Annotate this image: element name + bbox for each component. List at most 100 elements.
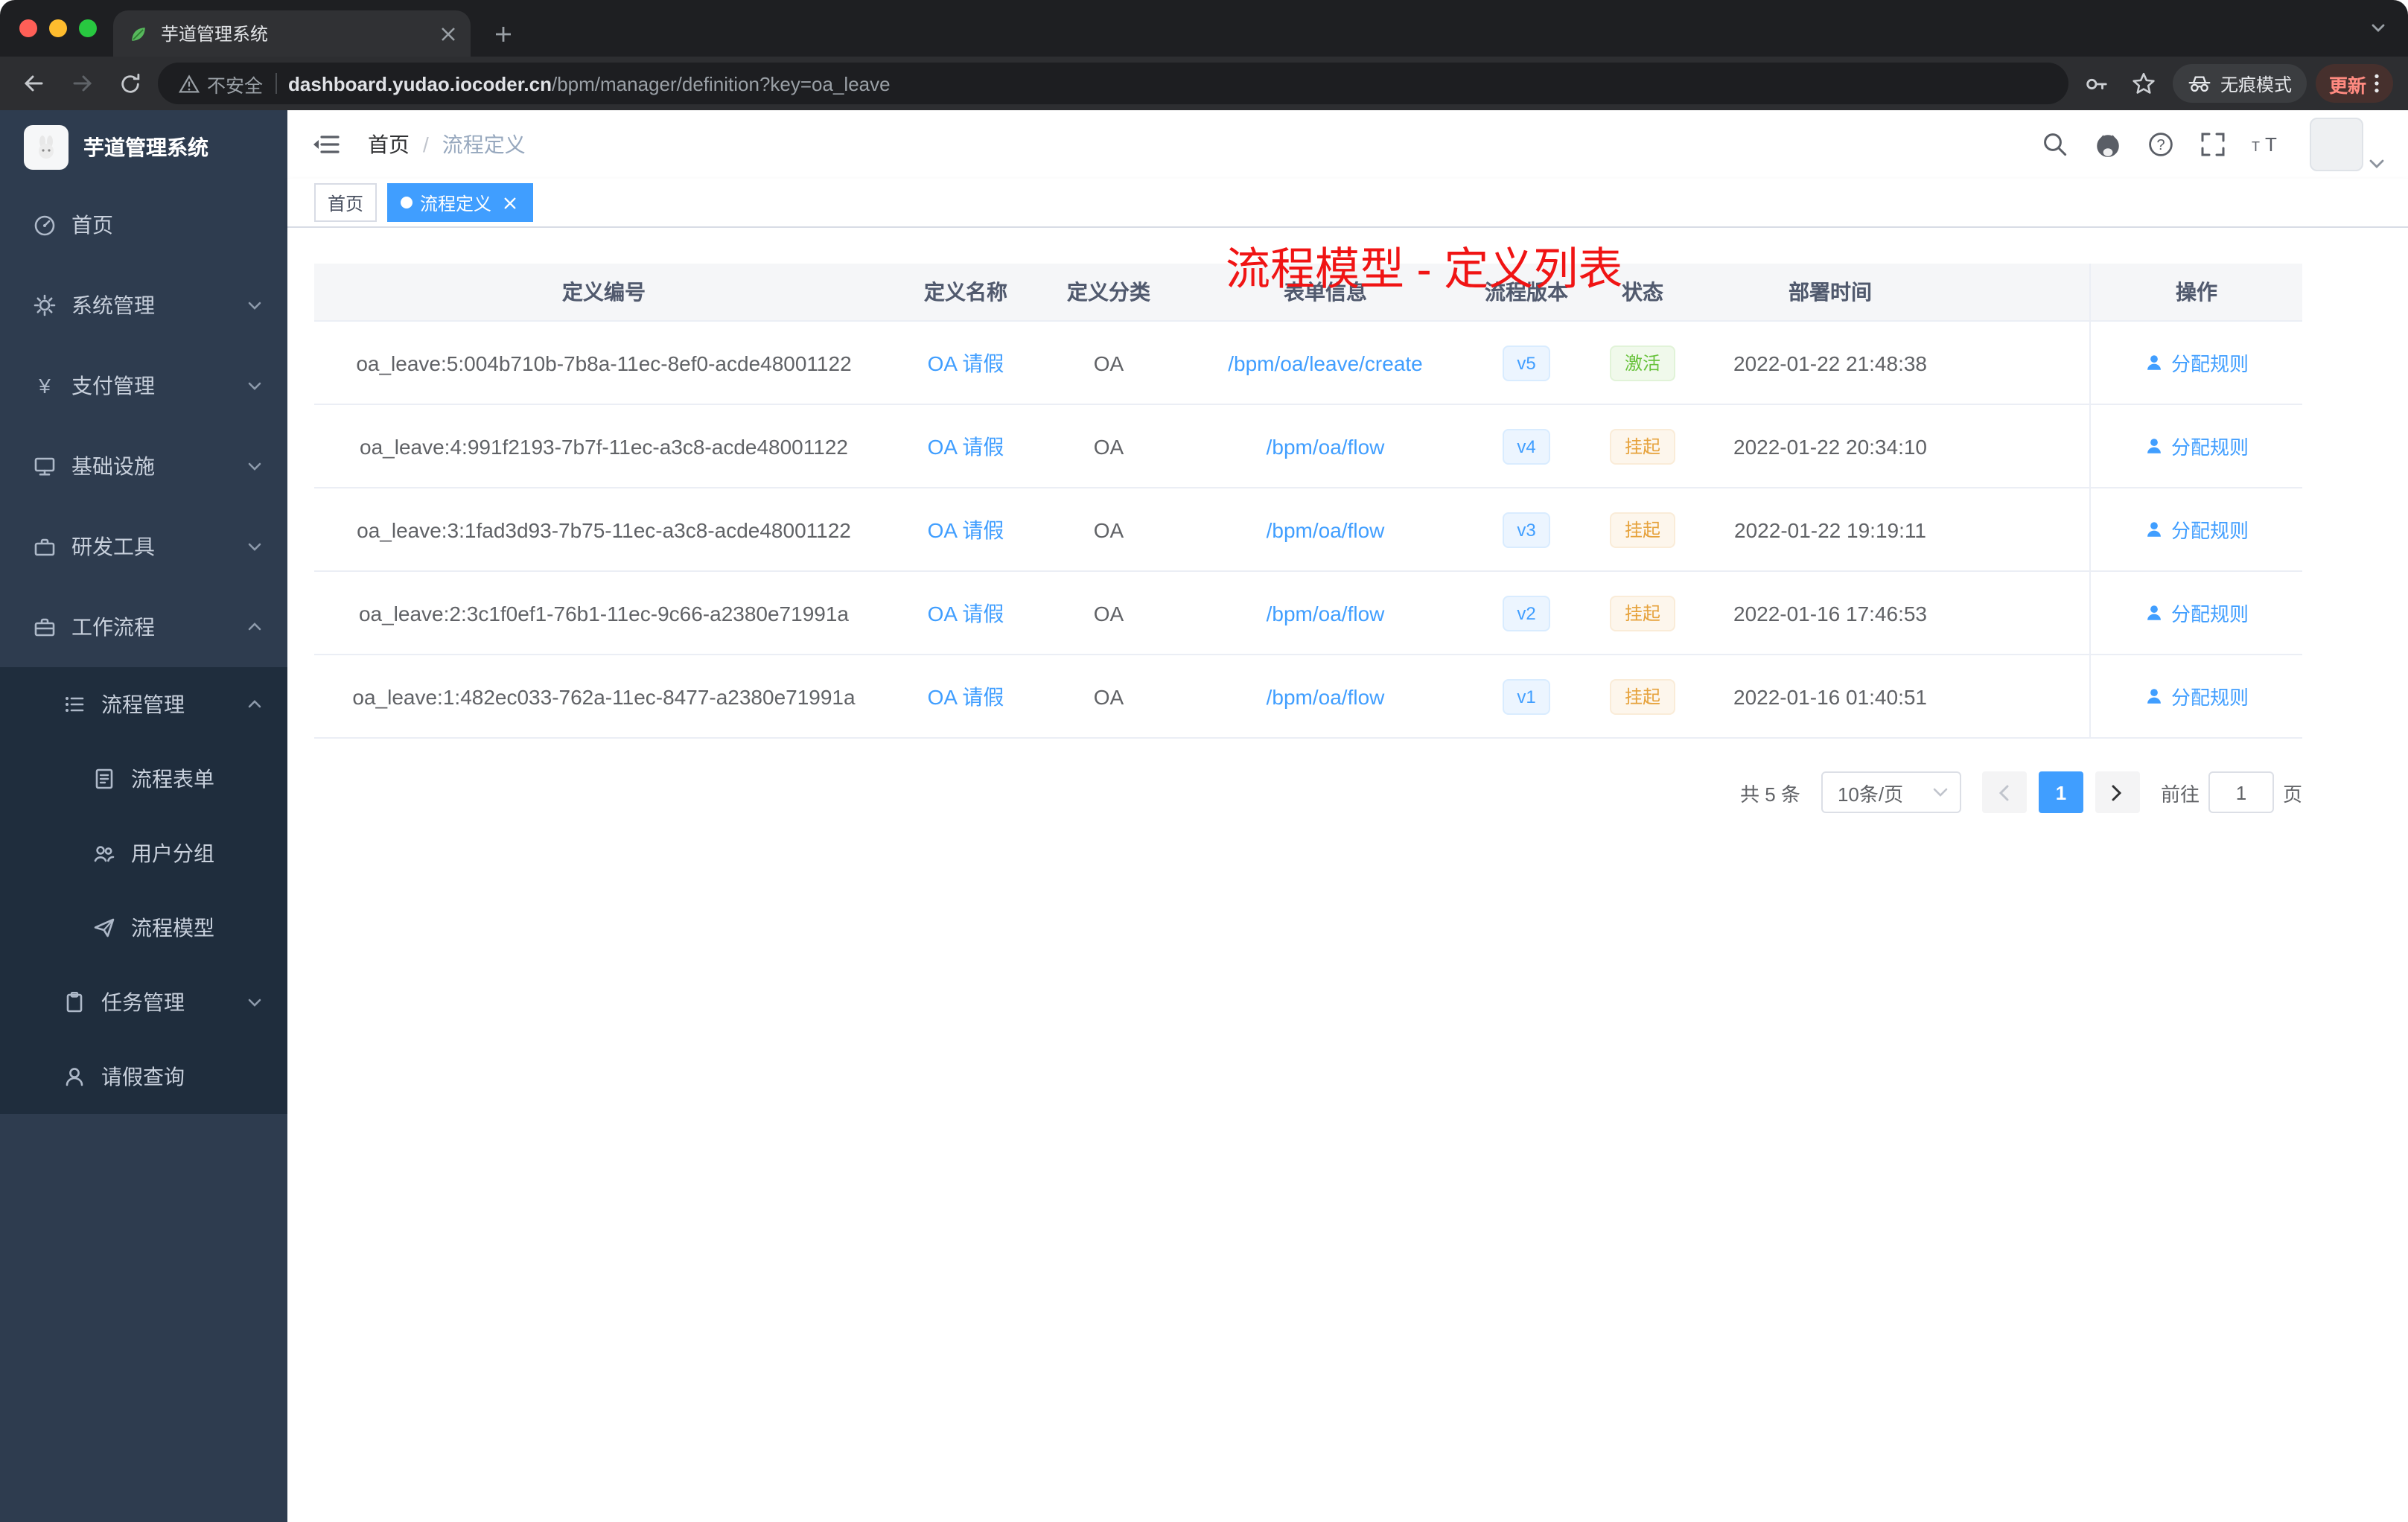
avatar: [2310, 118, 2363, 171]
column-header: 部署时间: [1789, 280, 1872, 304]
form-link[interactable]: /bpm/oa/flow: [1267, 434, 1385, 458]
security-warning[interactable]: 不安全: [179, 69, 263, 98]
column-header: 操作: [2089, 264, 2302, 320]
prev-page-button[interactable]: [1981, 771, 2027, 813]
tag-process-definition[interactable]: 流程定义: [387, 183, 534, 222]
definition-category: OA: [1093, 684, 1124, 708]
assign-rule-link[interactable]: 分配规则: [2144, 348, 2249, 377]
sidebar-item-process-management[interactable]: 流程管理: [0, 667, 287, 742]
reload-icon[interactable]: [110, 64, 149, 103]
sidebar-item-workflow[interactable]: 工作流程: [0, 587, 287, 667]
chevron-down-icon: [248, 543, 261, 551]
browser-window: 芋道管理系统 不安全 dashboard.yudao.iocoder.cn/bp…: [0, 0, 2408, 1522]
status-tag: 挂起: [1609, 428, 1675, 464]
navbar-actions: ? TT: [2042, 118, 2384, 171]
list-icon: [66, 697, 84, 712]
app-logo: [24, 125, 69, 170]
user-menu[interactable]: [2310, 118, 2384, 171]
definition-name-link[interactable]: OA 请假: [928, 515, 1004, 544]
tab-close-icon[interactable]: [441, 26, 456, 41]
sidebar-item-user-group[interactable]: 用户分组: [0, 816, 287, 891]
annotation-title: 流程模型 - 定义列表: [1226, 246, 1623, 295]
kebab-menu-icon: [2374, 74, 2379, 93]
sidebar-item-system[interactable]: 系统管理: [0, 265, 287, 346]
definition-category: OA: [1093, 434, 1124, 458]
table-row: oa_leave:1:482ec033-762a-11ec-8477-a2380…: [314, 655, 2302, 739]
sidebar-item-payment[interactable]: ¥ 支付管理: [0, 346, 287, 426]
sidebar-item-leave-query[interactable]: 请假查询: [0, 1039, 287, 1114]
font-size-icon[interactable]: TT: [2252, 131, 2284, 158]
definition-name-link[interactable]: OA 请假: [928, 431, 1004, 461]
back-icon[interactable]: [15, 64, 54, 103]
version-tag: v3: [1502, 512, 1551, 547]
document-icon: [95, 768, 113, 789]
sidebar-item-task-management[interactable]: 任务管理: [0, 965, 287, 1039]
chevron-down-icon: [1933, 788, 1948, 797]
assign-rule-link[interactable]: 分配规则: [2144, 515, 2249, 544]
definition-name-link[interactable]: OA 请假: [928, 348, 1004, 378]
definition-name-link[interactable]: OA 请假: [928, 598, 1004, 628]
column-header: 定义编号: [562, 280, 646, 304]
url-host: dashboard.yudao.iocoder.cn: [288, 72, 552, 95]
incognito-label: 无痕模式: [2220, 74, 2292, 95]
bookmark-star-icon[interactable]: [2125, 64, 2164, 103]
form-link[interactable]: /bpm/oa/leave/create: [1228, 351, 1423, 375]
page-size-value: 10条/页: [1837, 783, 1904, 805]
svg-text:?: ?: [2156, 137, 2165, 153]
column-header: 定义名称: [924, 280, 1007, 304]
page-content: 定义编号 定义名称 定义分类 表单信息 流程版本 状态 部署时间 操作 oa_l…: [287, 228, 2408, 1522]
status-tag: 挂起: [1609, 595, 1675, 631]
maximize-window-button[interactable]: [79, 19, 97, 37]
minimize-window-button[interactable]: [49, 19, 67, 37]
goto-label: 前往: [2160, 783, 2200, 805]
assign-rule-link[interactable]: 分配规则: [2144, 432, 2249, 460]
sidebar-item-devtools[interactable]: 研发工具: [0, 506, 287, 587]
browser-tab[interactable]: 芋道管理系统: [113, 10, 471, 57]
definition-name-link[interactable]: OA 请假: [928, 681, 1004, 711]
tag-close-icon[interactable]: [499, 192, 520, 213]
form-link[interactable]: /bpm/oa/flow: [1267, 684, 1385, 708]
goto-page-input[interactable]: [2208, 771, 2274, 813]
user-icon: [2147, 355, 2161, 370]
url-path: /bpm/manager/definition?key=oa_leave: [552, 72, 891, 95]
sidebar-item-label: 工作流程: [71, 615, 155, 639]
column-header: 定义分类: [1067, 280, 1150, 304]
forward-icon[interactable]: [63, 64, 101, 103]
status-tag: 激活: [1609, 345, 1675, 380]
form-link[interactable]: /bpm/oa/flow: [1267, 518, 1385, 541]
page-number-button[interactable]: 1: [2038, 771, 2083, 813]
next-page-button[interactable]: [2095, 771, 2140, 813]
github-icon[interactable]: [2094, 130, 2122, 159]
browser-tabstrip: 芋道管理系统: [0, 0, 2408, 57]
tab-search-icon[interactable]: [2369, 19, 2387, 37]
sidebar-item-home[interactable]: 首页: [0, 185, 287, 265]
sidebar-item-label: 支付管理: [71, 374, 155, 398]
page-size-select[interactable]: 10条/页: [1821, 771, 1961, 813]
breadcrumb-home[interactable]: 首页: [368, 130, 410, 159]
browser-menu-button[interactable]: 更新: [2315, 64, 2393, 103]
pagination: 共 5 条 10条/页 1 前往 1 页: [314, 771, 2302, 813]
definition-id: oa_leave:1:482ec033-762a-11ec-8477-a2380…: [352, 684, 856, 708]
chevron-left-icon: [1999, 784, 2010, 800]
pagination-goto: 前往 页: [2161, 771, 2302, 813]
favicon-leaf-icon: [132, 27, 145, 40]
sidebar-item-infrastructure[interactable]: 基础设施: [0, 426, 287, 506]
sidebar-toggle-icon[interactable]: [311, 128, 344, 161]
address-bar[interactable]: 不安全 dashboard.yudao.iocoder.cn/bpm/manag…: [158, 63, 2068, 104]
sidebar-item-label: 用户分组: [131, 841, 214, 865]
search-icon[interactable]: [2042, 131, 2068, 158]
close-window-button[interactable]: [19, 19, 37, 37]
sidebar-item-process-model[interactable]: 流程模型: [0, 891, 287, 965]
fullscreen-icon[interactable]: [2200, 131, 2226, 158]
sidebar-item-label: 请假查询: [101, 1065, 185, 1089]
form-link[interactable]: /bpm/oa/flow: [1267, 601, 1385, 625]
sidebar-item-process-form[interactable]: 流程表单: [0, 742, 287, 816]
tag-home[interactable]: 首页: [314, 183, 378, 222]
sidebar-item-label: 基础设施: [71, 454, 155, 478]
help-icon[interactable]: ?: [2147, 131, 2174, 158]
update-label: 更新: [2328, 75, 2366, 96]
assign-rule-link[interactable]: 分配规则: [2144, 599, 2249, 627]
new-tab-button[interactable]: [485, 16, 521, 52]
password-key-icon[interactable]: [2077, 64, 2116, 103]
assign-rule-link[interactable]: 分配规则: [2144, 682, 2249, 710]
